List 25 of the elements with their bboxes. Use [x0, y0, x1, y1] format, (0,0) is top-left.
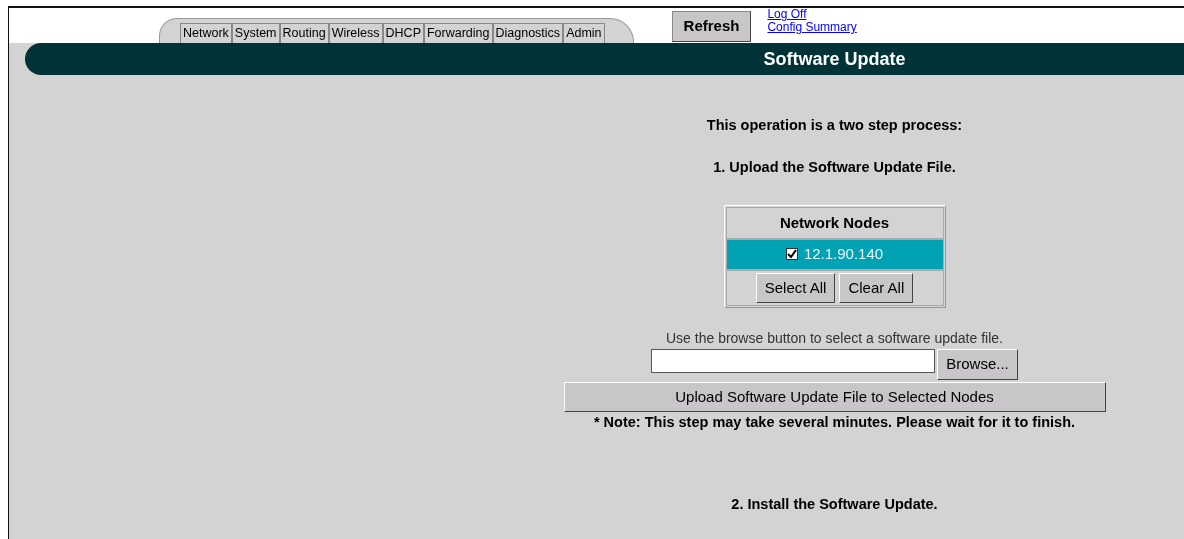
nav-link-text[interactable]: Config Summary: [767, 21, 857, 34]
nav-tab[interactable]: DHCP: [382, 23, 424, 43]
hint-text: Use the browse button to select a software update file.: [666, 329, 1003, 348]
checkbox[interactable]: [785, 248, 798, 261]
node-address: 12.1.90.140: [803, 244, 884, 264]
nav-link-text[interactable]: Log Off: [767, 8, 857, 21]
file-field[interactable]: [651, 349, 936, 373]
nav-tab[interactable]: Network: [180, 23, 232, 43]
nav-tab[interactable]: Diagnostics: [492, 23, 564, 43]
browse-button[interactable]: Browse...: [937, 349, 1018, 380]
table-button[interactable]: Clear All: [839, 272, 914, 303]
intro-text: This operation is a two step process:: [706, 116, 963, 135]
refresh-button[interactable]: Refresh: [671, 11, 752, 42]
nav-tab[interactable]: Admin: [563, 23, 605, 43]
nav-tab[interactable]: Forwarding: [423, 23, 493, 43]
page-title: Software Update: [762, 48, 907, 71]
nav-tab[interactable]: Wireless: [328, 23, 383, 43]
table-heading: Network Nodes: [725, 206, 944, 239]
step-heading: 1. Upload the Software Update File.: [713, 157, 956, 177]
nav-tab[interactable]: Routing: [279, 23, 329, 43]
upload-button[interactable]: Upload Software Update File to Selected Nodes: [563, 381, 1106, 412]
nav-tab[interactable]: System: [231, 23, 280, 43]
table-button[interactable]: Select All: [755, 272, 836, 303]
note-text: * Note: This step may take several minutes. Please wait for it to finish.: [593, 413, 1076, 432]
step-heading: 2. Install the Software Update.: [731, 494, 938, 514]
